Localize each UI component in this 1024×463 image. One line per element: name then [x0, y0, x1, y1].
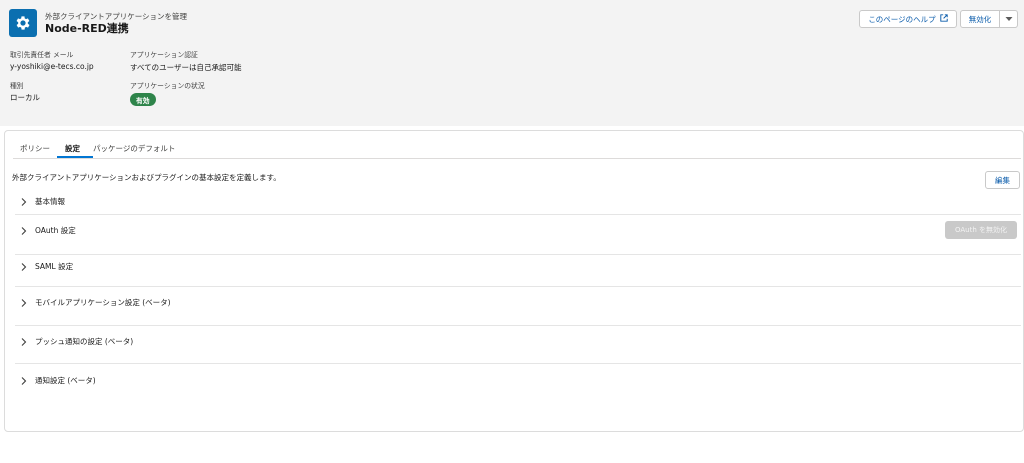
owner-email-value: y-yoshiki@e-tecs.co.jp [10, 62, 94, 71]
section-label: OAuth 設定 [35, 226, 76, 235]
external-link-icon [939, 14, 948, 24]
page-title: Node-RED連携 [45, 22, 129, 35]
disable-oauth-button[interactable]: OAuth を無効化 [945, 221, 1017, 239]
section-label: SAML 設定 [35, 262, 74, 271]
chevron-right-icon [19, 298, 29, 308]
section-divider [15, 214, 1021, 215]
chevron-right-icon [19, 262, 29, 272]
more-actions-button[interactable] [999, 10, 1018, 28]
tab-bar: ポリシー 設定 パッケージのデフォルト [13, 137, 1021, 159]
app-auth-label: アプリケーション認証 [130, 51, 198, 59]
section-label: 通知設定 (ベータ) [35, 376, 96, 385]
section-label: プッシュ通知の設定 (ベータ) [35, 337, 134, 346]
type-value: ローカル [10, 93, 40, 102]
section-divider [15, 254, 1021, 255]
chevron-right-icon [19, 376, 29, 386]
type-label: 種別 [10, 82, 24, 90]
active-tab-indicator [57, 156, 93, 158]
chevron-right-icon [19, 337, 29, 347]
tab-package-defaults[interactable]: パッケージのデフォルト [93, 143, 175, 154]
edit-button[interactable]: 編集 [985, 171, 1020, 189]
chevron-right-icon [19, 197, 29, 207]
chevron-right-icon [19, 226, 29, 236]
gear-icon [9, 9, 37, 37]
section-divider [15, 286, 1021, 287]
section-label: モバイルアプリケーション設定 (ベータ) [35, 298, 171, 307]
deactivate-button[interactable]: 無効化 [960, 10, 1000, 28]
section-divider [15, 363, 1021, 364]
tab-settings[interactable]: 設定 [65, 143, 80, 154]
section-label: 基本情報 [35, 197, 65, 206]
help-button-label: このページのヘルプ [868, 14, 936, 24]
status-badge: 有効 [130, 93, 156, 106]
settings-panel: ポリシー 設定 パッケージのデフォルト 外部クライアントアプリケーションおよびプ… [4, 130, 1024, 432]
page-header: 外部クライアントアプリケーションを管理 Node-RED連携 このページのヘルプ… [0, 0, 1024, 126]
chevron-down-icon [1005, 15, 1013, 24]
section-divider [15, 325, 1021, 326]
tab-policy[interactable]: ポリシー [20, 143, 50, 154]
app-auth-value: すべてのユーザーは自己承認可能 [130, 63, 242, 72]
settings-description: 外部クライアントアプリケーションおよびプラグインの基本設定を定義します。 [12, 173, 281, 182]
status-label: アプリケーションの状況 [130, 82, 205, 90]
help-button[interactable]: このページのヘルプ [859, 10, 957, 28]
owner-email-label: 取引先責任者 メール [10, 51, 74, 59]
